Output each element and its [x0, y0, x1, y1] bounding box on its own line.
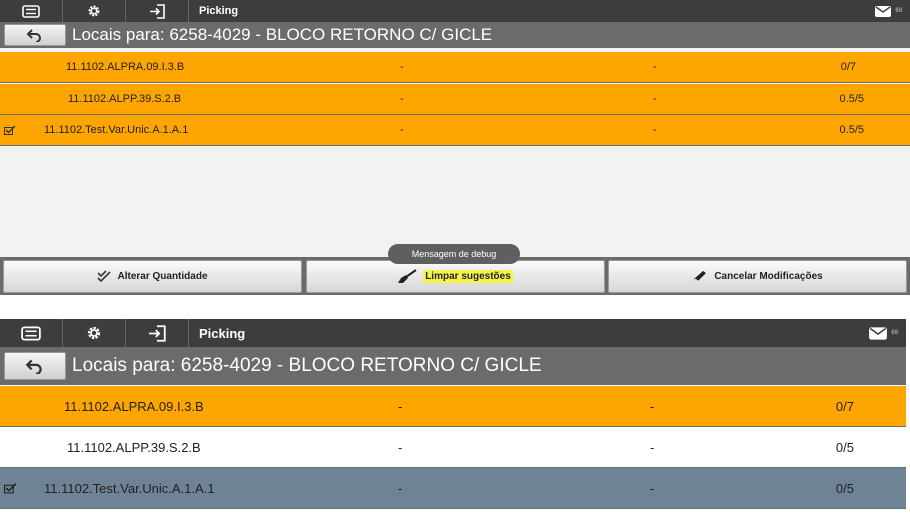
messages-button[interactable]: 69 — [860, 319, 906, 347]
gear-icon — [88, 5, 100, 17]
screen-after: Picking 69 Locais para: 6258-4029 - BLOC… — [0, 319, 906, 513]
back-button[interactable] — [4, 24, 66, 46]
location-row[interactable]: 11.1102.Test.Var.Unic.A.1.A.1 - - 0.5/5 — [0, 115, 910, 146]
column-3-value: - — [653, 124, 657, 136]
top-toolbar: Picking 69 — [0, 319, 906, 347]
column-3-value: - — [650, 480, 655, 496]
location-code: 11.1102.Test.Var.Unic.A.1.A.1 — [44, 124, 189, 136]
toolbar-title: Picking — [199, 325, 246, 341]
location-row[interactable]: 11.1102.ALPP.39.S.2.B - - 0/5 — [0, 427, 906, 468]
page-header: Locais para: 6258-4029 - BLOCO RETORNO C… — [0, 347, 906, 385]
messages-button[interactable]: 69 — [866, 0, 910, 22]
location-code: 11.1102.ALPP.39.S.2.B — [68, 93, 182, 105]
quantity-value: 0/7 — [835, 398, 854, 414]
menu-icon — [21, 326, 41, 340]
menu-button[interactable] — [0, 319, 63, 347]
double-check-icon — [97, 270, 112, 282]
checkbox-icon[interactable] — [4, 125, 16, 135]
top-toolbar: Picking 69 — [0, 0, 910, 22]
settings-button[interactable] — [63, 319, 126, 347]
broom-icon — [398, 269, 417, 283]
location-code: 11.1102.ALPRA.09.I.3.B — [66, 61, 185, 73]
column-2-value: - — [398, 480, 403, 496]
location-code: 11.1102.ALPRA.09.I.3.B — [64, 398, 204, 414]
page-title: Locais para: 6258-4029 - BLOCO RETORNO C… — [72, 355, 542, 376]
column-3-value: - — [653, 61, 657, 73]
sign-in-icon — [148, 324, 166, 342]
sign-in-icon — [149, 3, 165, 19]
quantity-value: 0/5 — [835, 480, 854, 496]
column-2-value: - — [398, 398, 403, 414]
cancel-changes-button[interactable]: Cancelar Modificações — [608, 259, 907, 293]
quantity-value: 0/7 — [840, 61, 856, 73]
debug-toast: Mensagem de debug — [388, 244, 520, 264]
settings-button[interactable] — [63, 0, 126, 22]
cancel-changes-label: Cancelar Modificações — [714, 270, 823, 282]
location-row[interactable]: 11.1102.ALPRA.09.I.3.B - - 0/7 — [0, 52, 910, 83]
quantity-value: 0/5 — [835, 439, 854, 455]
message-count: 69 — [891, 330, 898, 336]
alter-quantity-label: Alterar Quantidade — [117, 270, 208, 282]
location-code: 11.1102.ALPP.39.S.2.B — [67, 439, 201, 455]
checkbox-icon[interactable] — [4, 483, 17, 494]
column-2-value: - — [398, 439, 403, 455]
clear-suggestions-button[interactable]: Limpar sugestões — [305, 259, 605, 293]
login-button[interactable] — [126, 0, 189, 22]
column-3-value: - — [653, 93, 657, 105]
screen-before: Picking 69 Locais para: 6258-4029 - BLOC… — [0, 0, 910, 295]
column-2-value: - — [400, 61, 404, 73]
mail-icon — [875, 5, 892, 17]
message-count: 69 — [895, 8, 902, 14]
mail-icon — [869, 326, 888, 340]
column-2-value: - — [400, 93, 404, 105]
alter-quantity-button[interactable]: Alterar Quantidade — [3, 259, 302, 293]
login-button[interactable] — [126, 319, 189, 347]
column-2-value: - — [400, 124, 404, 136]
back-arrow-icon — [25, 359, 42, 374]
page-title: Locais para: 6258-4029 - BLOCO RETORNO C… — [72, 25, 493, 44]
location-row[interactable]: 11.1102.Test.Var.Unic.A.1.A.1 - - 0/5 — [0, 468, 906, 509]
gear-icon — [87, 326, 101, 340]
back-arrow-icon — [26, 29, 41, 42]
menu-icon — [22, 4, 40, 18]
eraser-icon — [694, 271, 707, 282]
location-row[interactable]: 11.1102.ALPP.39.S.2.B - - 0.5/5 — [0, 84, 910, 115]
quantity-value: 0.5/5 — [839, 93, 864, 105]
quantity-value: 0.5/5 — [839, 124, 864, 136]
location-row[interactable]: 11.1102.ALPRA.09.I.3.B - - 0/7 — [0, 386, 906, 427]
toolbar-title: Picking — [199, 5, 239, 17]
column-3-value: - — [650, 439, 655, 455]
page-header: Locais para: 6258-4029 - BLOCO RETORNO C… — [0, 22, 910, 48]
column-3-value: - — [650, 398, 655, 414]
clear-suggestions-label: Limpar sugestões — [423, 269, 513, 283]
location-code: 11.1102.Test.Var.Unic.A.1.A.1 — [44, 480, 215, 496]
menu-button[interactable] — [0, 0, 63, 22]
back-button[interactable] — [4, 352, 66, 380]
